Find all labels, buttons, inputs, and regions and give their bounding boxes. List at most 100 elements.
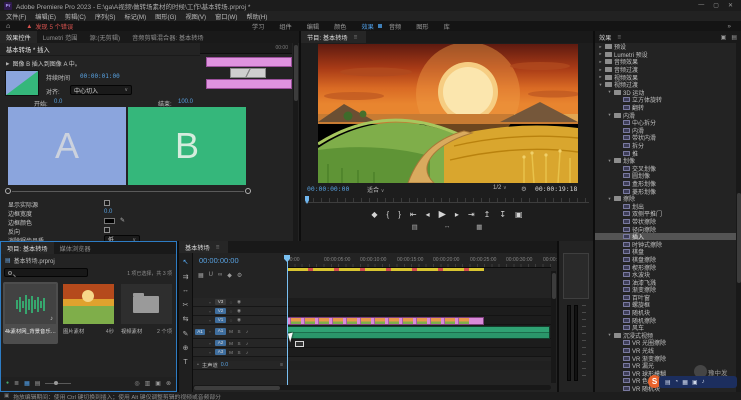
effect-item[interactable]: 径向擦除 — [595, 225, 736, 233]
menu-item[interactable]: 标记(M) — [125, 12, 147, 21]
menu-item[interactable]: 帮助(H) — [246, 12, 267, 21]
timeline-vertical-scrollbar[interactable] — [551, 271, 556, 383]
thumbnail-zoom-slider[interactable] — [45, 383, 71, 384]
track-v2-lane[interactable] — [287, 307, 551, 316]
pen-tool[interactable]: ✎ — [183, 330, 189, 338]
mic-icon[interactable]: ♪ — [244, 341, 250, 346]
track-v3-lane[interactable] — [287, 298, 551, 307]
track-eye-icon[interactable]: ◉ — [236, 299, 242, 305]
track-lock-icon[interactable]: ▫ — [207, 318, 213, 323]
effect-item[interactable]: 带状擦除 — [595, 218, 736, 226]
project-action-button[interactable]: ⊗ — [166, 380, 171, 387]
project-action-button[interactable]: ▥ — [145, 380, 151, 387]
solo-button[interactable]: S — [236, 350, 242, 355]
project-view-button[interactable]: ▤ — [35, 380, 41, 387]
effects-panel-tab[interactable]: 效果 — [599, 33, 611, 42]
timeline-toggle-icon[interactable]: ◆ — [227, 272, 232, 279]
track-target-badge[interactable]: V2 — [215, 308, 226, 315]
effect-item[interactable]: 推 — [595, 149, 736, 157]
solo-button[interactable]: S — [236, 329, 242, 334]
effect-item[interactable]: 油漆飞溅 — [595, 278, 736, 286]
effect-controls-scrollbar[interactable] — [293, 43, 298, 241]
workspace-tab[interactable]: 学习 — [252, 22, 264, 31]
track-lock-icon[interactable]: ▫ — [207, 350, 213, 355]
track-target-badge[interactable]: V1 — [215, 317, 226, 324]
effect-item[interactable]: ▾ 3D 运动 — [595, 89, 736, 97]
effect-item[interactable]: 带状内滑 — [595, 134, 736, 142]
master-level[interactable]: 0.0 — [221, 362, 228, 368]
project-view-button[interactable]: ≣ — [14, 380, 19, 387]
workspace-tab[interactable]: 图形 — [416, 22, 428, 31]
sync-lock-icon[interactable]: ◌ — [228, 309, 234, 314]
track-lock-icon[interactable]: ▫ — [207, 300, 213, 305]
mute-button[interactable]: M — [228, 341, 234, 346]
type-tool[interactable]: T — [183, 359, 187, 366]
track-target-badge[interactable]: A3 — [215, 349, 226, 356]
program-monitor-tab[interactable]: 节目: 基本转场 ≡ — [301, 31, 366, 43]
duration-value[interactable]: 00:00:01:00 — [80, 73, 120, 80]
timeline-toggle-icon[interactable]: ∞ — [218, 272, 222, 279]
source-patch[interactable] — [195, 317, 205, 323]
program-scrubber[interactable] — [305, 198, 589, 203]
source-patch[interactable] — [195, 308, 205, 314]
source-patch[interactable] — [195, 349, 205, 355]
marker-bar[interactable] — [287, 268, 484, 271]
effect-item[interactable]: 螺旋框 — [595, 301, 736, 309]
project-panel-tab[interactable]: 项目: 基本转场 — [1, 242, 54, 254]
video-track-header[interactable]: ▫ V1 ◌ ◉ — [193, 316, 287, 325]
audio-track-header[interactable]: ▫ A2 M S ♪ — [193, 339, 287, 348]
program-video-preview[interactable] — [318, 44, 578, 183]
extract-button[interactable]: ↧ — [499, 210, 506, 219]
effect-item[interactable]: VR 光圈擦除 — [595, 339, 736, 347]
effect-item[interactable]: 百叶窗 — [595, 294, 736, 302]
project-panel-tab[interactable]: 媒体浏览器 — [54, 242, 97, 254]
effect-item[interactable]: VR 渐变擦除 — [595, 354, 736, 362]
program-timecode[interactable]: 00:00:00:00 — [307, 185, 349, 193]
ripple-edit-tool[interactable]: ↔ — [182, 287, 189, 294]
menu-item[interactable]: 序列(S) — [95, 12, 116, 21]
tree-arrow-icon[interactable]: ▾ — [607, 332, 612, 338]
track-lock-icon[interactable]: ▫ — [207, 309, 213, 314]
alignment-dropdown[interactable]: 中心切入 ∨ — [70, 85, 132, 95]
effects-header-icon[interactable]: ▣ — [721, 34, 727, 41]
end-slider-handle[interactable] — [245, 188, 251, 194]
razor-tool[interactable]: ✂ — [183, 301, 189, 309]
workspace-tab[interactable]: 组件 — [279, 22, 291, 31]
timeline-toggle-icon[interactable]: ▦ — [198, 272, 204, 279]
effect-item[interactable]: 棋盘擦除 — [595, 256, 736, 264]
slip-tool[interactable]: ⇆ — [183, 315, 189, 323]
track-target-badge[interactable]: A2 — [215, 340, 226, 347]
maximize-button[interactable]: ▢ — [713, 2, 719, 9]
border-width-value[interactable]: 0.0 — [104, 209, 112, 215]
menu-item[interactable]: 图形(G) — [155, 12, 176, 21]
selection-tool[interactable]: ↖ — [183, 258, 189, 266]
tree-arrow-icon[interactable]: ▸ — [598, 74, 603, 80]
mark-in-button[interactable]: { — [387, 210, 390, 219]
panel-menu-icon[interactable]: ≡ — [213, 244, 223, 251]
effect-item[interactable]: 水波块 — [595, 271, 736, 279]
transition-clip-b-bar[interactable] — [206, 79, 292, 89]
reverse-checkbox[interactable] — [104, 227, 110, 233]
tree-arrow-icon[interactable]: ▾ — [607, 158, 612, 164]
timeline-toggle-icon[interactable]: ⚙ — [237, 272, 242, 279]
track-lock-icon[interactable]: ▫ — [207, 341, 213, 346]
tree-arrow-icon[interactable]: ▾ — [598, 82, 603, 88]
workspace-tab[interactable]: 编辑 — [307, 22, 319, 31]
panel-tab[interactable]: 源:(无剪辑) — [83, 31, 126, 43]
effect-item[interactable]: 中心拆分 — [595, 119, 736, 127]
step-forward-button[interactable]: ▸ — [455, 210, 459, 219]
sync-lock-icon[interactable]: ◌ — [228, 318, 234, 323]
project-view-button[interactable]: ● — [6, 380, 9, 387]
effect-item[interactable]: 翻转 — [595, 104, 736, 112]
end-value[interactable]: 100.0 — [178, 99, 193, 105]
tree-arrow-icon[interactable]: ▸ — [598, 59, 603, 65]
close-button[interactable]: ✕ — [728, 2, 733, 9]
effect-item[interactable]: 楔形擦除 — [595, 263, 736, 271]
workspace-tab[interactable]: 效果 — [362, 22, 374, 31]
go-to-out-button[interactable]: ⇥ — [468, 210, 475, 219]
transition-block[interactable] — [230, 68, 266, 78]
minimize-button[interactable]: — — [698, 2, 704, 9]
step-back-button[interactable]: ◂ — [426, 210, 430, 219]
track-eye-icon[interactable]: ◉ — [236, 317, 242, 323]
transition-clip-a-bar[interactable] — [206, 57, 292, 67]
